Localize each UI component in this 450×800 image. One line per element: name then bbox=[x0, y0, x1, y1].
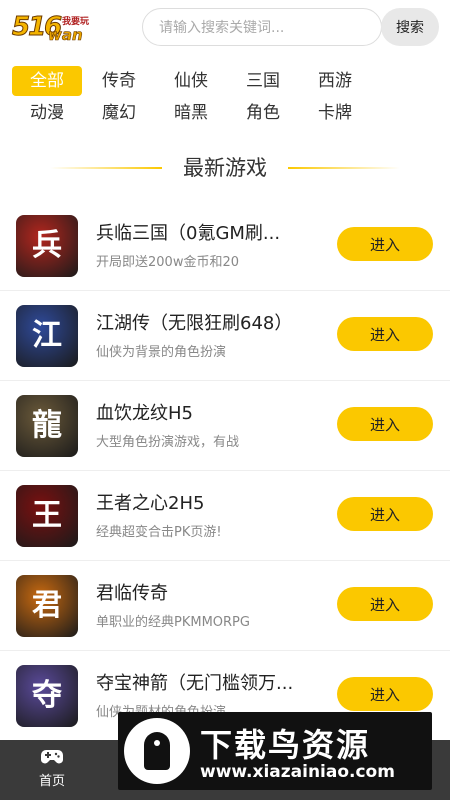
category-tab[interactable]: 传奇 bbox=[84, 66, 154, 96]
list-item[interactable]: 江 江湖传（无限狂刷648） 仙侠为背景的角色扮演 进入 bbox=[0, 291, 450, 381]
icon-glyph: 龍 bbox=[32, 408, 62, 443]
bird-eye bbox=[154, 740, 160, 746]
category-tab[interactable]: 暗黑 bbox=[156, 98, 226, 128]
icon-glyph: 王 bbox=[32, 498, 62, 533]
icon-glyph: 江 bbox=[32, 318, 62, 353]
game-name[interactable]: 君临传奇 bbox=[96, 579, 326, 605]
list-item[interactable]: 龍 血饮龙纹H5 大型角色扮演游戏，有战 进入 bbox=[0, 381, 450, 471]
enter-game-button[interactable]: 进入 bbox=[337, 497, 433, 531]
game-icon-junlin[interactable]: 君 bbox=[16, 575, 78, 637]
game-icon-xueyin[interactable]: 龍 bbox=[16, 395, 78, 457]
enter-game-button[interactable]: 进入 bbox=[337, 407, 433, 441]
enter-game-button[interactable]: 进入 bbox=[337, 227, 433, 261]
game-icon-duobao[interactable]: 夺 bbox=[16, 665, 78, 727]
search-input[interactable] bbox=[159, 17, 369, 39]
title-divider-right bbox=[288, 167, 400, 169]
icon-glyph: 君 bbox=[32, 588, 62, 623]
title-divider-left bbox=[50, 167, 162, 169]
list-item[interactable]: 王 王者之心2H5 经典超变合击PK页游! 进入 bbox=[0, 471, 450, 561]
game-name[interactable]: 夺宝神箭（无门槛领万... bbox=[96, 669, 326, 695]
category-tab[interactable]: 卡牌 bbox=[300, 98, 370, 128]
category-filter: 全部 传奇 仙侠 三国 西游动漫 魔幻 暗黑 角色 卡牌 bbox=[0, 66, 450, 130]
watermark-url: www.xiazainiao.com bbox=[200, 762, 395, 782]
enter-game-button[interactable]: 进入 bbox=[337, 677, 433, 711]
game-description: 大型角色扮演游戏，有战 bbox=[96, 435, 240, 449]
game-name[interactable]: 江湖传（无限狂刷648） bbox=[96, 309, 326, 335]
nav-home-label: 首页 bbox=[38, 774, 65, 789]
list-item[interactable]: 兵 兵临三国（0氪GM刷... 开局即送200w金币和20 进入 bbox=[0, 201, 450, 291]
game-description: 经典超变合击PK页游! bbox=[96, 525, 222, 539]
watermark-banner: 下载鸟资源 www.xiazainiao.com bbox=[118, 712, 432, 790]
category-tab[interactable]: 仙侠 bbox=[156, 66, 226, 96]
section-title: 最新游戏 bbox=[183, 156, 267, 180]
header: 516 我要玩 wan 搜索 bbox=[0, 0, 450, 56]
game-name[interactable]: 血饮龙纹H5 bbox=[96, 399, 326, 425]
section-header: 最新游戏 bbox=[0, 148, 450, 188]
site-logo[interactable]: 516 我要玩 wan bbox=[11, 12, 130, 46]
enter-game-button[interactable]: 进入 bbox=[337, 317, 433, 351]
icon-glyph: 兵 bbox=[32, 228, 62, 263]
category-tab[interactable]: 角色 bbox=[228, 98, 298, 128]
category-tab[interactable]: 三国 bbox=[228, 66, 298, 96]
bird-body bbox=[144, 732, 170, 770]
nav-home[interactable]: 首页 bbox=[22, 746, 82, 796]
search-box bbox=[142, 8, 382, 46]
category-tab[interactable]: 魔幻 bbox=[84, 98, 154, 128]
game-description: 单职业的经典PKMMORPG bbox=[96, 615, 250, 629]
category-tab[interactable]: 动漫 bbox=[12, 98, 82, 128]
game-icon-jianghu[interactable]: 江 bbox=[16, 305, 78, 367]
game-name[interactable]: 兵临三国（0氪GM刷... bbox=[96, 219, 326, 245]
game-icon-binglin[interactable]: 兵 bbox=[16, 215, 78, 277]
enter-game-button[interactable]: 进入 bbox=[337, 587, 433, 621]
search-button[interactable]: 搜索 bbox=[381, 8, 439, 46]
bird-logo-icon bbox=[124, 718, 190, 784]
category-tab[interactable]: 西游 bbox=[300, 66, 370, 96]
logo-wan: wan bbox=[48, 26, 83, 45]
gamepad-icon bbox=[41, 750, 63, 764]
game-description: 仙侠为背景的角色扮演 bbox=[96, 345, 227, 359]
game-description: 开局即送200w金币和20 bbox=[96, 255, 239, 269]
list-item[interactable]: 君 君临传奇单职业的经典PKMMORPG 进入 bbox=[0, 561, 450, 651]
category-tab[interactable]: 全部 bbox=[12, 66, 82, 96]
icon-glyph: 夺 bbox=[32, 678, 62, 713]
game-icon-wangzhe[interactable]: 王 bbox=[16, 485, 78, 547]
game-name[interactable]: 王者之心2H5 bbox=[96, 489, 326, 515]
watermark-title: 下载鸟资源 bbox=[200, 726, 371, 764]
